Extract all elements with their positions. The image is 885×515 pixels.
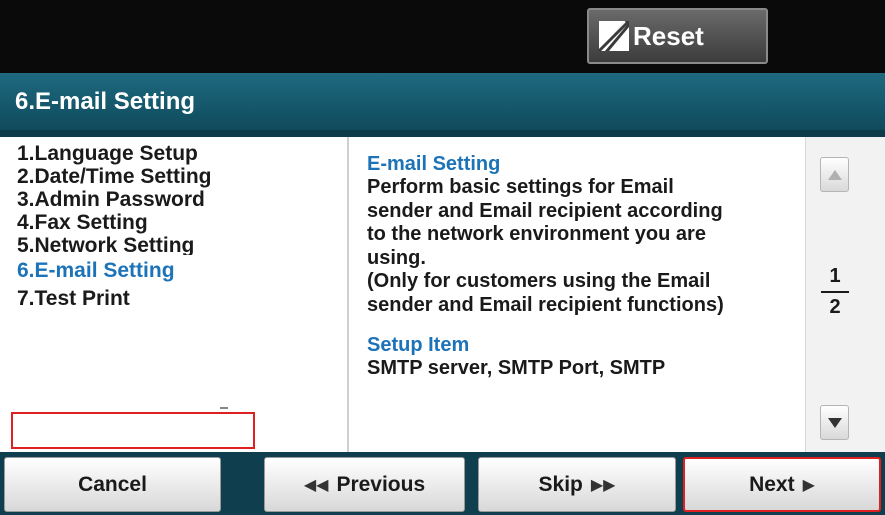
eraser-icon [597, 21, 629, 53]
bottom-bar: Cancel ◀◀ Previous Skip ▶▶ Next ▶ [0, 452, 885, 515]
next-label: Next [749, 472, 795, 496]
menu-item-test-print[interactable]: 7.Test Print [0, 287, 347, 310]
reset-button[interactable]: Reset [587, 8, 768, 64]
menu-item-admin-password[interactable]: 3.Admin Password [0, 188, 347, 211]
skip-button[interactable]: Skip ▶▶ [478, 457, 676, 512]
page-current: 1 [829, 265, 841, 287]
skip-label: Skip [538, 472, 583, 496]
page-total: 2 [829, 296, 841, 318]
scroll-up-button[interactable] [820, 157, 849, 192]
page-indicator: 1 2 [816, 265, 854, 319]
description-heading: E-mail Setting [367, 153, 501, 175]
menu-item-date-time-setting[interactable]: 2.Date/Time Setting [0, 165, 347, 188]
next-button[interactable]: Next ▶ [683, 457, 881, 512]
settings-menu: 1.Language Setup 2.Date/Time Setting 3.A… [0, 137, 349, 452]
double-right-arrow-icon: ▶▶ [590, 476, 616, 494]
page-title: 6.E-mail Setting [15, 87, 196, 115]
selection-highlight [11, 412, 255, 449]
scroll-down-button[interactable] [820, 405, 849, 440]
scroll-column: 1 2 [805, 137, 885, 452]
description-text: Perform basic settings for Email sender … [367, 176, 724, 316]
cancel-button[interactable]: Cancel [4, 457, 221, 512]
triangle-down-icon [827, 417, 842, 428]
text-cursor [220, 407, 228, 409]
setup-item-heading: Setup Item [367, 334, 470, 356]
double-left-arrow-icon: ◀◀ [303, 476, 329, 494]
previous-label: Previous [336, 472, 426, 496]
right-arrow-icon: ▶ [802, 476, 815, 494]
menu-item-fax-setting[interactable]: 4.Fax Setting [0, 211, 347, 234]
title-divider [0, 130, 885, 137]
previous-button[interactable]: ◀◀ Previous [264, 457, 465, 512]
menu-item-language-setup[interactable]: 1.Language Setup [0, 142, 347, 165]
title-bar: 6.E-mail Setting [0, 73, 885, 130]
triangle-up-icon [827, 169, 842, 180]
page-divider [821, 291, 849, 293]
setup-item-text: SMTP server, SMTP Port, SMTP [367, 357, 666, 379]
description-panel: E-mail Setting Perform basic settings fo… [351, 137, 805, 452]
cancel-label: Cancel [78, 472, 147, 496]
menu-item-network-setting[interactable]: 5.Network Setting [0, 234, 347, 255]
top-bar: Reset [0, 0, 885, 73]
menu-item-email-setting[interactable]: 6.E-mail Setting [0, 255, 347, 287]
reset-label: Reset [633, 20, 704, 51]
setup-screen: Reset 6.E-mail Setting 1.Language Setup … [0, 0, 885, 515]
